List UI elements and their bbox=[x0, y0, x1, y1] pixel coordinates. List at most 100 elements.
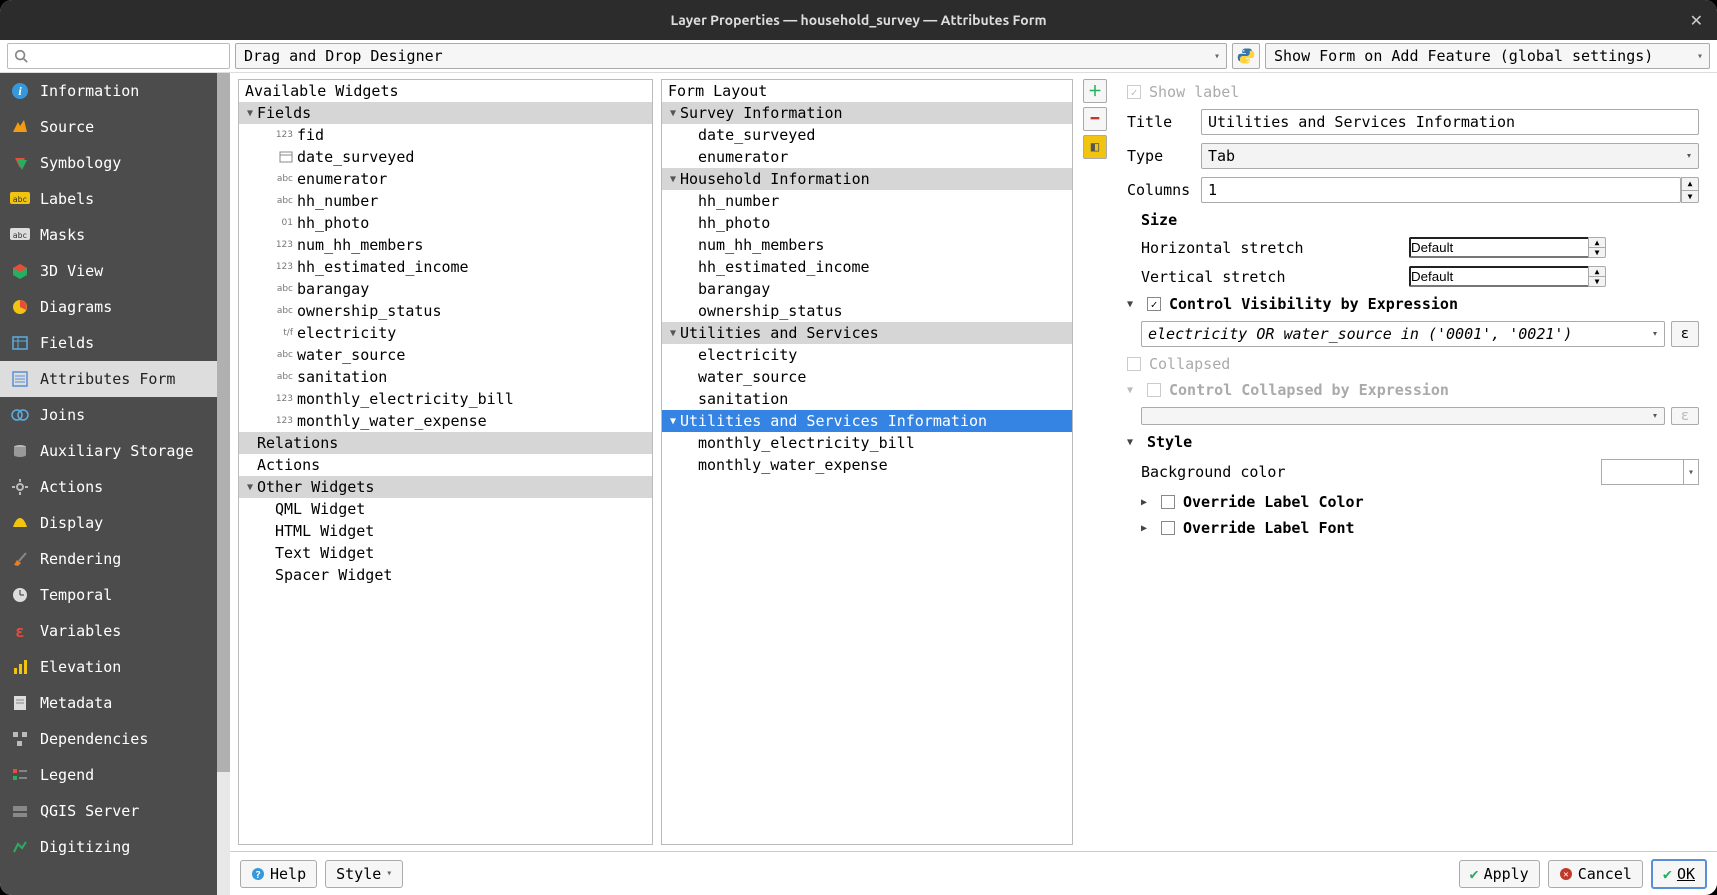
python-init-button[interactable] bbox=[1232, 43, 1260, 69]
bg-color-swatch[interactable]: ▾ bbox=[1601, 459, 1699, 485]
expression-builder-button[interactable]: ε bbox=[1671, 321, 1699, 347]
sidebar-item-auxiliary[interactable]: Auxiliary Storage bbox=[0, 433, 230, 469]
layout-item[interactable]: hh_estimated_income bbox=[662, 256, 1072, 278]
sidebar-item-legend[interactable]: Legend bbox=[0, 757, 230, 793]
sidebar-item-3dview[interactable]: 3D View bbox=[0, 253, 230, 289]
sidebar-item-source[interactable]: Source bbox=[0, 109, 230, 145]
layout-group[interactable]: ▼Household Information bbox=[662, 168, 1072, 190]
layout-group[interactable]: ▼Utilities and Services Information bbox=[662, 410, 1072, 432]
tree-row[interactable]: abcenumerator bbox=[239, 168, 652, 190]
designer-combo[interactable]: Drag and Drop Designer ▾ bbox=[235, 43, 1227, 69]
sidebar-item-metadata[interactable]: Metadata bbox=[0, 685, 230, 721]
sidebar-item-diagrams[interactable]: Diagrams bbox=[0, 289, 230, 325]
layout-group[interactable]: ▼Utilities and Services bbox=[662, 322, 1072, 344]
tree-row[interactable]: abcwater_source bbox=[239, 344, 652, 366]
ctrl-visibility-checkbox[interactable] bbox=[1147, 297, 1161, 311]
disclosure-icon[interactable]: ▶ bbox=[1141, 497, 1153, 508]
layout-item[interactable]: sanitation bbox=[662, 388, 1072, 410]
layout-item[interactable]: num_hh_members bbox=[662, 234, 1072, 256]
sidebar-item-joins[interactable]: Joins bbox=[0, 397, 230, 433]
sidebar-item-rendering[interactable]: Rendering bbox=[0, 541, 230, 577]
disclosure-icon[interactable]: ▼ bbox=[1127, 437, 1139, 448]
tree-row[interactable]: ▼Other Widgets bbox=[239, 476, 652, 498]
layout-item[interactable]: ownership_status bbox=[662, 300, 1072, 322]
layout-tree[interactable]: ▼Survey Informationdate_surveyedenumerat… bbox=[662, 102, 1072, 844]
tree-row[interactable]: 123monthly_water_expense bbox=[239, 410, 652, 432]
layout-item[interactable]: barangay bbox=[662, 278, 1072, 300]
style-button[interactable]: Style ▾ bbox=[325, 860, 403, 888]
sidebar-item-fields[interactable]: Fields bbox=[0, 325, 230, 361]
available-tree[interactable]: ▼Fields123fiddate_surveyedabcenumeratora… bbox=[239, 102, 652, 844]
tree-row[interactable]: abcsanitation bbox=[239, 366, 652, 388]
sidebar-item-elevation[interactable]: Elevation bbox=[0, 649, 230, 685]
invert-button[interactable]: ◧ bbox=[1083, 135, 1107, 159]
chevron-down-icon: ▾ bbox=[386, 868, 392, 879]
sidebar-item-symbology[interactable]: Symbology bbox=[0, 145, 230, 181]
chevron-down-icon: ▾ bbox=[1652, 329, 1658, 340]
layout-item[interactable]: hh_number bbox=[662, 190, 1072, 212]
tree-row[interactable]: Relations bbox=[239, 432, 652, 454]
tree-row[interactable]: Text Widget bbox=[239, 542, 652, 564]
tree-row[interactable]: abcbarangay bbox=[239, 278, 652, 300]
tree-row[interactable]: abcownership_status bbox=[239, 300, 652, 322]
sidebar-item-qgis-server[interactable]: QGIS Server bbox=[0, 793, 230, 829]
tree-row[interactable]: 123fid bbox=[239, 124, 652, 146]
sidebar-item-masks[interactable]: abcMasks bbox=[0, 217, 230, 253]
sidebar-item-actions[interactable]: Actions bbox=[0, 469, 230, 505]
sidebar-item-display[interactable]: Display bbox=[0, 505, 230, 541]
tree-row[interactable]: date_surveyed bbox=[239, 146, 652, 168]
override-font-checkbox[interactable] bbox=[1161, 521, 1175, 535]
columns-spinbox[interactable]: ▲▼ bbox=[1201, 177, 1699, 203]
tree-row[interactable]: 123monthly_electricity_bill bbox=[239, 388, 652, 410]
layout-item[interactable]: date_surveyed bbox=[662, 124, 1072, 146]
sidebar-item-dependencies[interactable]: Dependencies bbox=[0, 721, 230, 757]
h-stretch-spinbox[interactable]: ▲▼ bbox=[1409, 237, 1699, 258]
tree-row[interactable]: QML Widget bbox=[239, 498, 652, 520]
sidebar-item-variables[interactable]: εVariables bbox=[0, 613, 230, 649]
sidebar-item-information[interactable]: iInformation bbox=[0, 73, 230, 109]
collapsed-label: Collapsed bbox=[1149, 355, 1230, 373]
type-combo[interactable]: Tab▾ bbox=[1201, 143, 1699, 169]
tree-row[interactable]: 123num_hh_members bbox=[239, 234, 652, 256]
add-button[interactable]: ＋ bbox=[1083, 79, 1107, 103]
sidebar-item-temporal[interactable]: Temporal bbox=[0, 577, 230, 613]
title-input[interactable] bbox=[1201, 109, 1699, 135]
disclosure-icon[interactable]: ▶ bbox=[1141, 523, 1153, 534]
cancel-button[interactable]: ✕ Cancel bbox=[1548, 860, 1643, 888]
ok-button[interactable]: ✔ OK bbox=[1651, 859, 1707, 889]
visibility-expression-input[interactable]: electricity OR water_source in ('0001', … bbox=[1141, 321, 1665, 347]
search-input[interactable] bbox=[7, 43, 230, 69]
sidebar-item-labels[interactable]: abcLabels bbox=[0, 181, 230, 217]
disclosure-icon[interactable]: ▼ bbox=[1127, 299, 1139, 310]
sidebar-scrollbar[interactable] bbox=[217, 73, 230, 895]
help-button[interactable]: ? Help bbox=[240, 860, 317, 888]
remove-button[interactable]: ━ bbox=[1083, 107, 1107, 131]
chevron-down-icon: ▾ bbox=[1214, 51, 1220, 62]
tree-row[interactable]: HTML Widget bbox=[239, 520, 652, 542]
tree-row[interactable]: Actions bbox=[239, 454, 652, 476]
display-icon bbox=[10, 513, 30, 533]
apply-button[interactable]: ✔ Apply bbox=[1459, 860, 1540, 888]
tree-row[interactable]: t/felectricity bbox=[239, 322, 652, 344]
layout-item[interactable]: enumerator bbox=[662, 146, 1072, 168]
layout-item[interactable]: hh_photo bbox=[662, 212, 1072, 234]
layout-item[interactable]: monthly_water_expense bbox=[662, 454, 1072, 476]
tree-row[interactable]: 01hh_photo bbox=[239, 212, 652, 234]
tree-row[interactable]: 123hh_estimated_income bbox=[239, 256, 652, 278]
show-form-combo[interactable]: Show Form on Add Feature (global setting… bbox=[1265, 43, 1710, 69]
close-icon[interactable]: ✕ bbox=[1690, 11, 1703, 30]
tree-row[interactable]: ▼Fields bbox=[239, 102, 652, 124]
chevron-down-icon: ▾ bbox=[1652, 411, 1658, 422]
layout-item[interactable]: electricity bbox=[662, 344, 1072, 366]
layout-item[interactable]: monthly_electricity_bill bbox=[662, 432, 1072, 454]
override-color-checkbox[interactable] bbox=[1161, 495, 1175, 509]
sidebar-item-digitizing[interactable]: Digitizing bbox=[0, 829, 230, 865]
layout-item[interactable]: water_source bbox=[662, 366, 1072, 388]
v-stretch-label: Vertical stretch bbox=[1141, 268, 1401, 286]
tree-row[interactable]: Spacer Widget bbox=[239, 564, 652, 586]
layout-group[interactable]: ▼Survey Information bbox=[662, 102, 1072, 124]
window-title: Layer Properties — household_survey — At… bbox=[670, 12, 1046, 28]
v-stretch-spinbox[interactable]: ▲▼ bbox=[1409, 266, 1699, 287]
sidebar-item-attributes-form[interactable]: Attributes Form bbox=[0, 361, 230, 397]
tree-row[interactable]: abchh_number bbox=[239, 190, 652, 212]
